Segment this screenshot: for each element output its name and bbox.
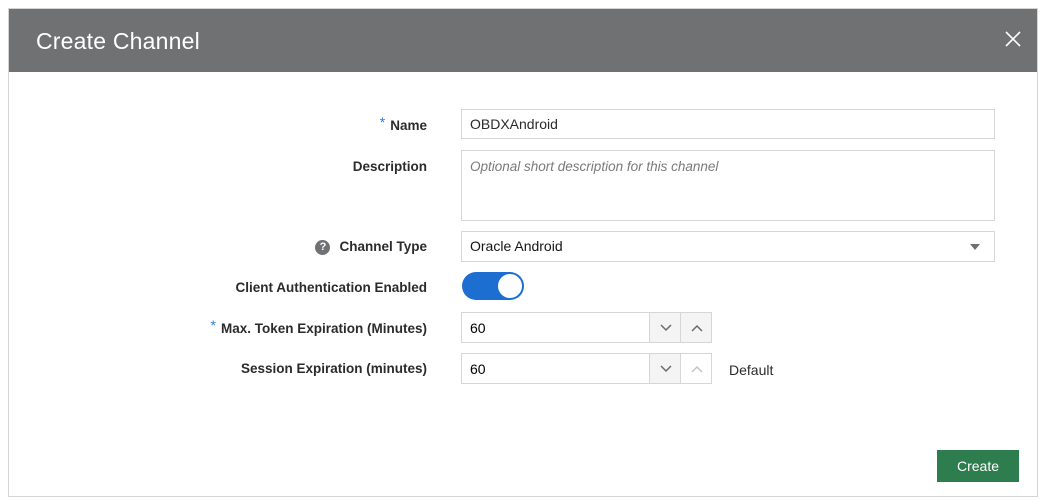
- max-token-increment[interactable]: [680, 312, 712, 343]
- close-icon[interactable]: [997, 23, 1029, 55]
- client-auth-toggle[interactable]: [462, 272, 524, 300]
- session-input[interactable]: [461, 353, 650, 384]
- toggle-knob: [498, 274, 522, 298]
- max-token-decrement[interactable]: [649, 312, 681, 343]
- description-field[interactable]: [461, 150, 995, 221]
- max-token-input[interactable]: [461, 312, 650, 343]
- required-marker: *: [210, 317, 216, 333]
- chevron-down-icon: [660, 324, 672, 332]
- chevron-down-icon: [970, 244, 980, 250]
- name-input[interactable]: [461, 109, 995, 139]
- description-label: Description: [352, 159, 427, 174]
- chevron-up-icon: [691, 365, 703, 373]
- create-channel-dialog: Create Channel *Name Description ?Channe…: [8, 8, 1038, 497]
- chevron-up-icon: [691, 324, 703, 332]
- channel-type-label: ? Channel Type: [315, 239, 427, 256]
- channel-type-value: Oracle Android: [470, 238, 563, 254]
- client-auth-label: Client Authentication Enabled: [235, 280, 427, 295]
- name-label: * Name: [379, 114, 427, 133]
- create-button[interactable]: Create: [937, 450, 1019, 482]
- required-marker: *: [379, 114, 386, 130]
- session-increment[interactable]: [680, 353, 712, 384]
- channel-type-select[interactable]: Oracle Android: [461, 231, 995, 262]
- session-label: Session Expiration (minutes): [240, 361, 427, 376]
- dialog-header: Create Channel: [9, 9, 1037, 72]
- max-token-label: * Max. Token Expiration (Minutes): [210, 317, 427, 336]
- dialog-title: Create Channel: [36, 28, 200, 54]
- session-decrement[interactable]: [649, 353, 681, 384]
- help-icon[interactable]: ?: [315, 240, 331, 255]
- chevron-down-icon: [660, 365, 672, 373]
- default-label: Default: [729, 362, 774, 378]
